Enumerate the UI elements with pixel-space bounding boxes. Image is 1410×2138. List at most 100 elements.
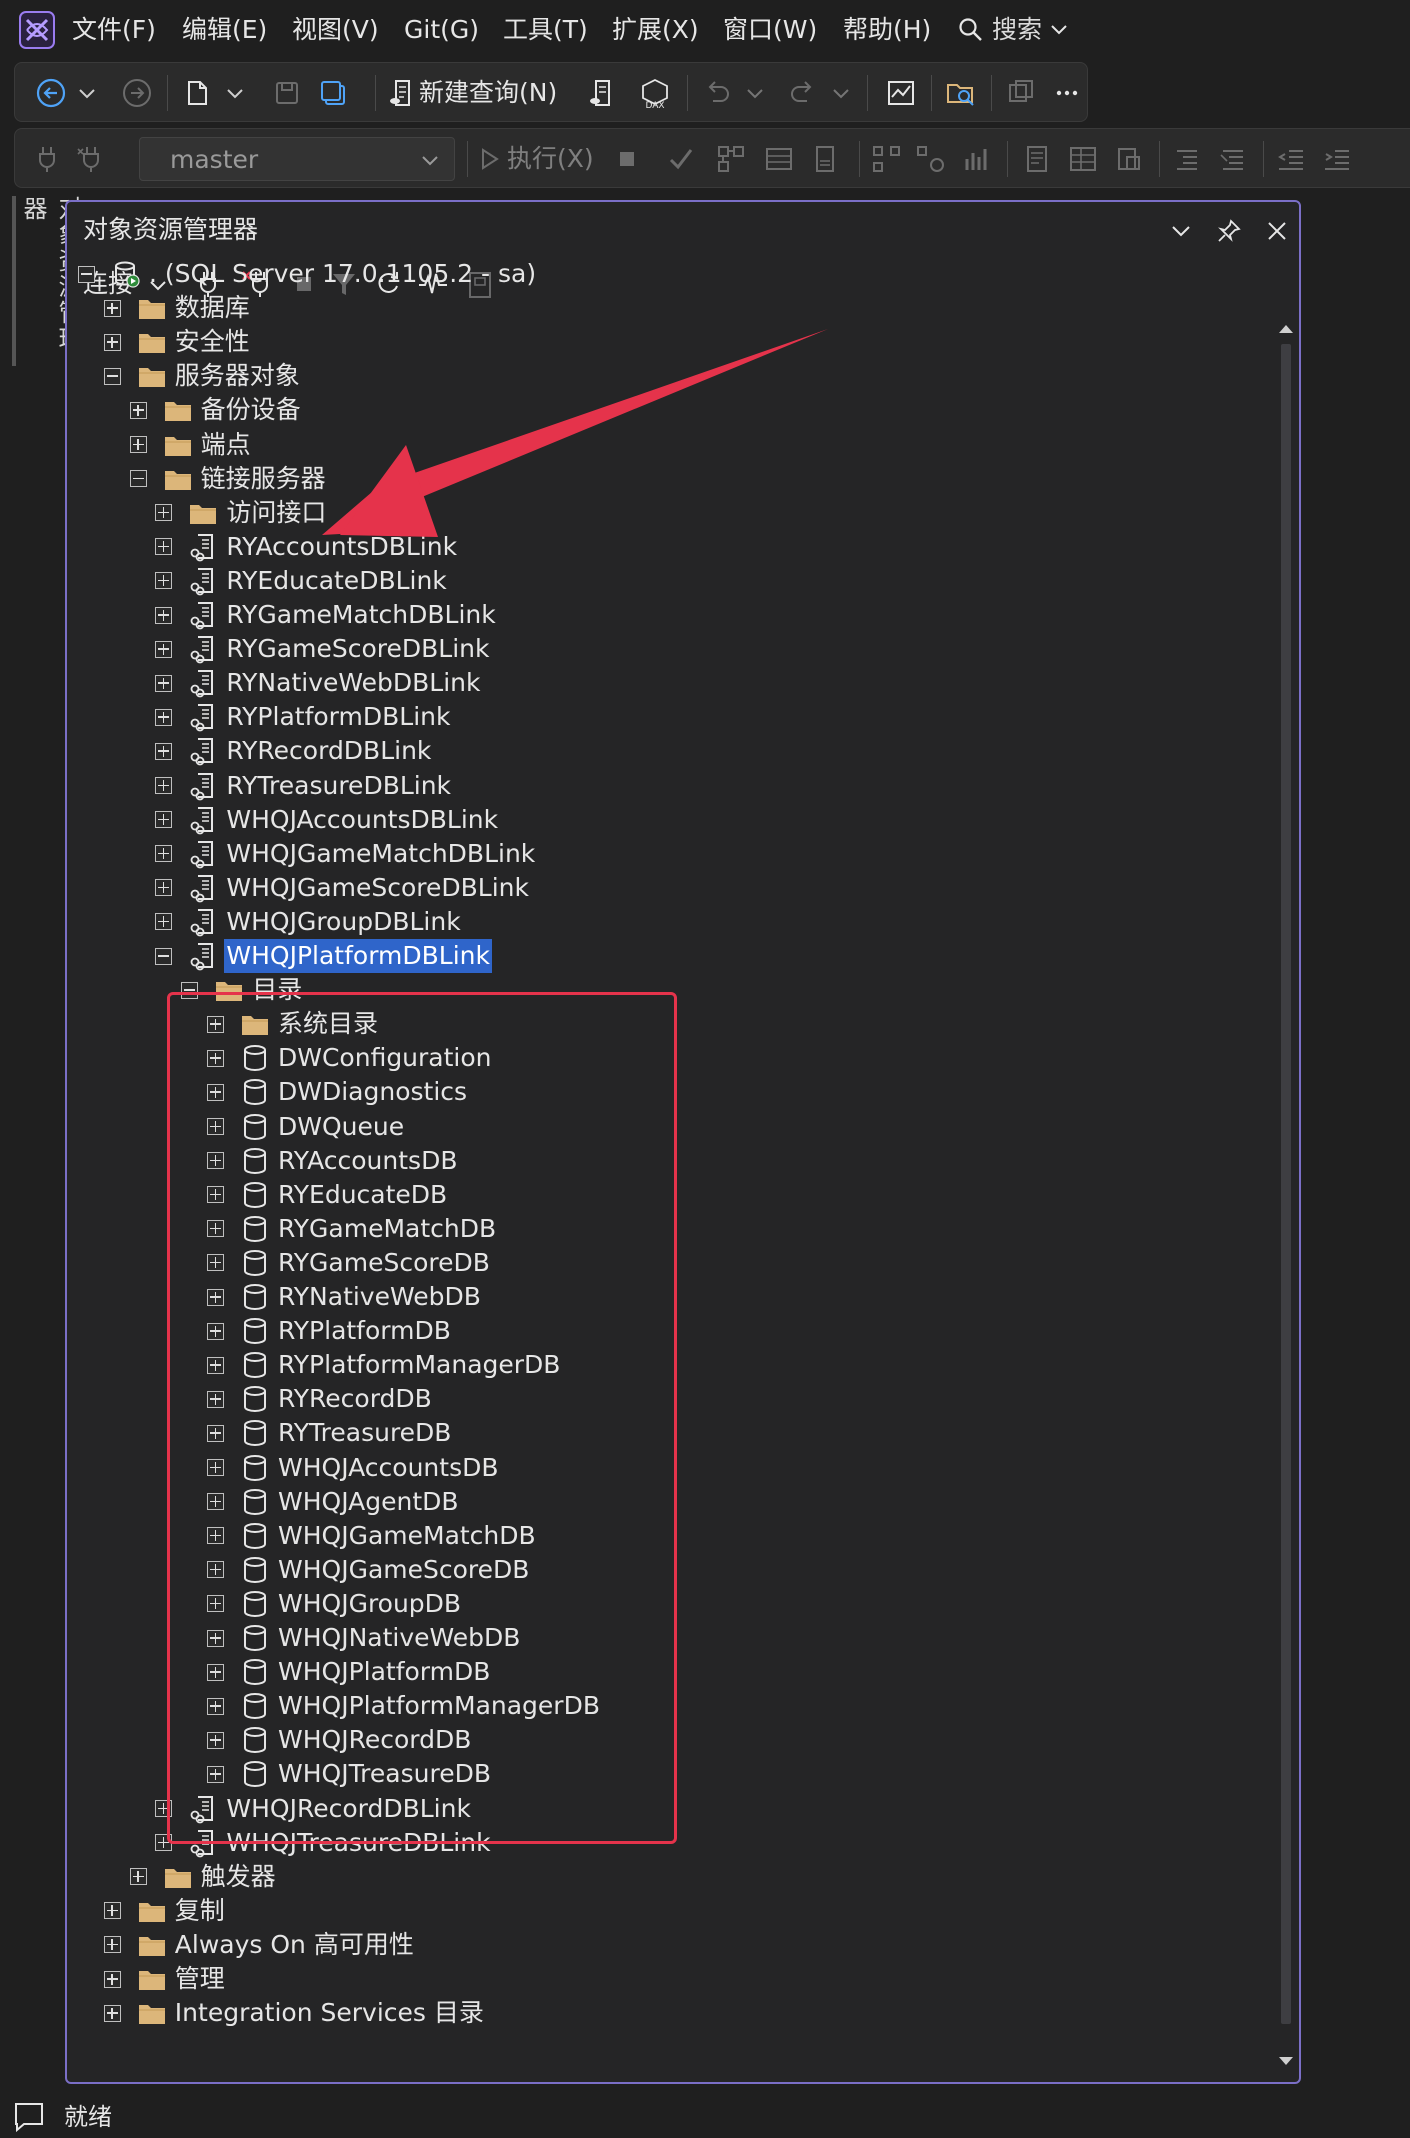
back-icon[interactable] — [35, 77, 67, 109]
expand-icon[interactable] — [155, 777, 173, 794]
tree-node[interactable]: WHQJGroupDBLink — [155, 905, 462, 939]
tree-node[interactable]: 备份设备 — [129, 393, 303, 427]
menu-help[interactable]: 帮助(H) — [843, 12, 931, 48]
connect-plug-icon[interactable] — [31, 143, 63, 175]
new-query-icon[interactable] — [387, 77, 419, 109]
tree-node[interactable]: 端点 — [129, 428, 253, 462]
tree-node[interactable]: WHQJPlatformDBLink — [155, 939, 492, 973]
scroll-down-icon[interactable] — [1277, 2054, 1295, 2068]
menu-window[interactable]: 窗口(W) — [723, 12, 817, 48]
expand-icon[interactable] — [103, 333, 121, 351]
tree-node[interactable]: RYGameScoreDBLink — [155, 632, 491, 666]
expand-icon[interactable] — [155, 504, 173, 522]
display-estimated-plan-icon[interactable] — [715, 143, 747, 175]
expand-icon[interactable] — [103, 2004, 121, 2022]
tree-node[interactable]: 管理 — [103, 1962, 227, 1996]
expand-icon[interactable] — [155, 572, 173, 590]
results-to-text-icon[interactable] — [1021, 143, 1053, 175]
execute-button[interactable]: 执行(X) — [507, 143, 594, 175]
tree-node[interactable]: Integration Services 目录 — [103, 1996, 486, 2030]
tree-node[interactable]: 链接服务器 — [129, 462, 328, 496]
execute-icon[interactable] — [475, 143, 503, 175]
tree-node[interactable]: RYEducateDBLink — [155, 564, 448, 598]
forward-icon[interactable] — [121, 77, 153, 109]
save-all-icon[interactable] — [317, 77, 349, 109]
notification-icon[interactable] — [12, 2100, 46, 2134]
increase-indent-icon[interactable] — [1321, 143, 1353, 175]
new-query-button[interactable]: 新建查询(N) — [419, 77, 557, 109]
expand-icon[interactable] — [155, 640, 173, 658]
tree-node[interactable]: 访问接口 — [155, 496, 328, 530]
results-grid-icon[interactable] — [1067, 143, 1099, 175]
menu-view[interactable]: 视图(V) — [292, 12, 379, 48]
more-options-icon[interactable] — [1051, 77, 1083, 109]
registered-servers-icon[interactable] — [1005, 77, 1037, 109]
comment-lines-icon[interactable] — [1171, 143, 1203, 175]
tree-node[interactable]: . (SQL Server 17.0.1105.2 - sa) — [78, 257, 538, 291]
undo-dropdown-icon[interactable] — [745, 77, 765, 109]
new-file-dropdown-icon[interactable] — [225, 77, 245, 109]
change-connection-icon[interactable] — [75, 143, 107, 175]
vertical-scrollbar[interactable] — [1273, 316, 1299, 2076]
menu-git[interactable]: Git(G) — [404, 12, 479, 48]
tree-node[interactable]: RYGameMatchDBLink — [155, 598, 497, 632]
collapse-icon[interactable] — [155, 947, 173, 965]
menu-tools[interactable]: 工具(T) — [503, 12, 588, 48]
activity-monitor-icon[interactable] — [885, 77, 917, 109]
parse-check-icon[interactable] — [665, 143, 697, 175]
results-to-file-icon[interactable] — [809, 143, 841, 175]
close-icon[interactable] — [1262, 216, 1292, 246]
new-file-icon[interactable] — [181, 77, 213, 109]
pin-icon[interactable] — [1214, 216, 1244, 246]
tree-node[interactable]: 触发器 — [129, 1860, 278, 1894]
expand-icon[interactable] — [129, 401, 147, 419]
expand-icon[interactable] — [129, 436, 147, 453]
tree-node[interactable]: RYTreasureDBLink — [155, 769, 453, 803]
menu-file[interactable]: 文件(F) — [72, 12, 156, 48]
save-results-icon[interactable] — [1113, 143, 1145, 175]
menu-edit[interactable]: 编辑(E) — [182, 12, 267, 48]
expand-icon[interactable] — [155, 845, 173, 863]
expand-icon[interactable] — [155, 811, 173, 829]
tree-node[interactable]: WHQJGameScoreDBLink — [155, 871, 531, 905]
expand-icon[interactable] — [129, 1868, 147, 1886]
collapse-icon[interactable] — [103, 367, 121, 385]
dax-query-icon[interactable]: DAX — [639, 77, 671, 109]
menu-extensions[interactable]: 扩展(X) — [612, 12, 699, 48]
expand-icon[interactable] — [155, 879, 173, 897]
tree-node[interactable]: 安全性 — [103, 325, 252, 359]
scrollbar-thumb[interactable] — [1281, 344, 1291, 2024]
collapse-icon[interactable] — [78, 265, 95, 283]
search-button[interactable]: 搜索 — [958, 12, 1068, 48]
client-statistics-icon[interactable] — [961, 143, 993, 175]
expand-icon[interactable] — [155, 742, 173, 760]
redo-icon[interactable] — [787, 77, 819, 109]
tree-node[interactable]: 复制 — [103, 1894, 227, 1928]
tree-node[interactable]: Always On 高可用性 — [103, 1928, 416, 1962]
expand-icon[interactable] — [155, 606, 173, 624]
chevron-down-icon[interactable] — [1166, 216, 1196, 246]
decrease-indent-icon[interactable] — [1275, 143, 1307, 175]
tree-node[interactable]: RYRecordDBLink — [155, 734, 433, 768]
tree-node[interactable]: WHQJGameMatchDBLink — [155, 837, 537, 871]
database-engine-query-icon[interactable] — [587, 77, 619, 109]
expand-icon[interactable] — [103, 1970, 121, 1988]
uncomment-lines-icon[interactable] — [1217, 143, 1249, 175]
object-explorer-side-tab[interactable]: 对象资源管理器 — [12, 196, 82, 372]
tree-node[interactable]: RYPlatformDBLink — [155, 700, 452, 734]
expand-icon[interactable] — [155, 708, 173, 726]
tree-node[interactable]: 数据库 — [103, 291, 252, 325]
database-select[interactable]: master — [139, 137, 455, 181]
collapse-icon[interactable] — [129, 470, 147, 488]
redo-dropdown-icon[interactable] — [831, 77, 851, 109]
tree-node[interactable]: RYNativeWebDBLink — [155, 666, 482, 700]
results-to-grid-icon[interactable] — [763, 143, 795, 175]
expand-icon[interactable] — [103, 1902, 121, 1920]
expand-icon[interactable] — [155, 674, 173, 692]
live-query-stats-icon[interactable] — [915, 143, 947, 175]
back-dropdown-icon[interactable] — [77, 77, 97, 109]
tree-node[interactable]: WHQJAccountsDBLink — [155, 803, 500, 837]
stop-icon[interactable] — [611, 143, 643, 175]
expand-icon[interactable] — [103, 1936, 121, 1954]
tree-node[interactable]: 服务器对象 — [103, 359, 302, 393]
